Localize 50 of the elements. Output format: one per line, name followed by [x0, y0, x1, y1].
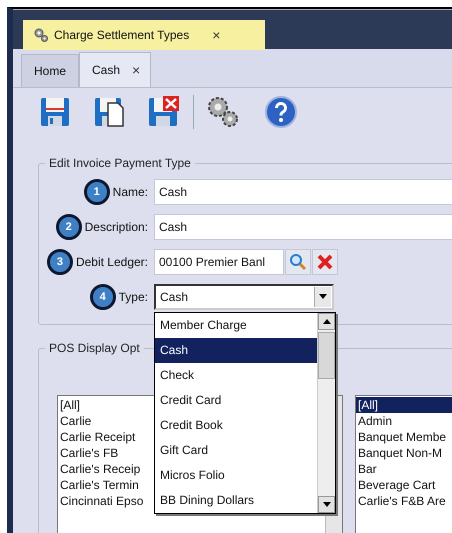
list-box[interactable]: [All] Admin Banquet Membe Banquet Non-M Bar Beverage Cart Carlie's F&B Are [355, 395, 452, 533]
search-icon [289, 252, 307, 270]
save-new-icon[interactable] [93, 95, 127, 129]
caret-icon [322, 318, 330, 324]
caret-icon [319, 294, 327, 299]
clear-button[interactable] [312, 248, 338, 274]
help-icon[interactable] [264, 95, 298, 129]
step-badge: 4 [90, 284, 116, 310]
list-item[interactable]: [All] [356, 397, 452, 413]
tab[interactable]: Home [21, 54, 80, 87]
close-button[interactable]: × [120, 62, 140, 78]
scrollbar[interactable] [317, 312, 335, 512]
lookup-field[interactable]: 00100 Premier Banl [154, 248, 284, 274]
dropdown-option[interactable]: Check [155, 362, 317, 388]
tab[interactable]: Cash × [79, 52, 152, 87]
scroll-thumb[interactable] [318, 332, 335, 378]
list-item[interactable]: Banquet Non-M [356, 445, 452, 461]
text-field[interactable]: Cash [154, 214, 452, 240]
field-label: Description: [84, 220, 148, 234]
document-tab[interactable]: Charge Settlement Types × [23, 20, 265, 50]
gears-icon[interactable] [206, 95, 240, 129]
step-badge: 3 [46, 248, 73, 274]
close-button[interactable]: × [194, 27, 220, 43]
dropdown-option[interactable]: Gift Card [155, 438, 317, 462]
step-badge: 2 [56, 214, 82, 240]
tab-title: Charge Settlement Types [54, 28, 190, 42]
list-item[interactable]: Beverage Cart [356, 477, 452, 493]
list-item[interactable]: Banquet Membe [356, 429, 452, 445]
group-title: Edit Invoice Payment Type [48, 156, 192, 170]
field-label: Name: [112, 184, 148, 198]
list-item[interactable]: Carlie's F&B Are [356, 493, 452, 509]
dropdown-option[interactable]: Micros Folio [155, 462, 317, 488]
close-icon [317, 254, 333, 270]
dropdown-option[interactable]: Member Charge [155, 312, 317, 338]
caret-icon [322, 502, 330, 506]
group-title: POS Display Opt [48, 341, 141, 355]
search-button[interactable] [285, 248, 311, 274]
text-field[interactable]: Cash [154, 178, 452, 204]
save-delete-icon[interactable] [147, 95, 181, 129]
dropdown-option[interactable]: Credit Card [155, 388, 317, 412]
field-label: Debit Ledger: [76, 254, 148, 268]
list-item[interactable]: Bar [356, 461, 452, 477]
dropdown-option[interactable]: BB Dining Dollars [155, 488, 317, 512]
dropdown-option[interactable]: Cash [155, 338, 317, 362]
dropdown-option[interactable]: Credit Book [155, 412, 317, 438]
type-dropdown[interactable]: Cash [154, 284, 334, 310]
gears-icon [33, 27, 49, 43]
step-badge: 1 [84, 178, 110, 204]
field-label: Type: [118, 290, 148, 304]
list-item[interactable]: Admin [356, 413, 452, 429]
